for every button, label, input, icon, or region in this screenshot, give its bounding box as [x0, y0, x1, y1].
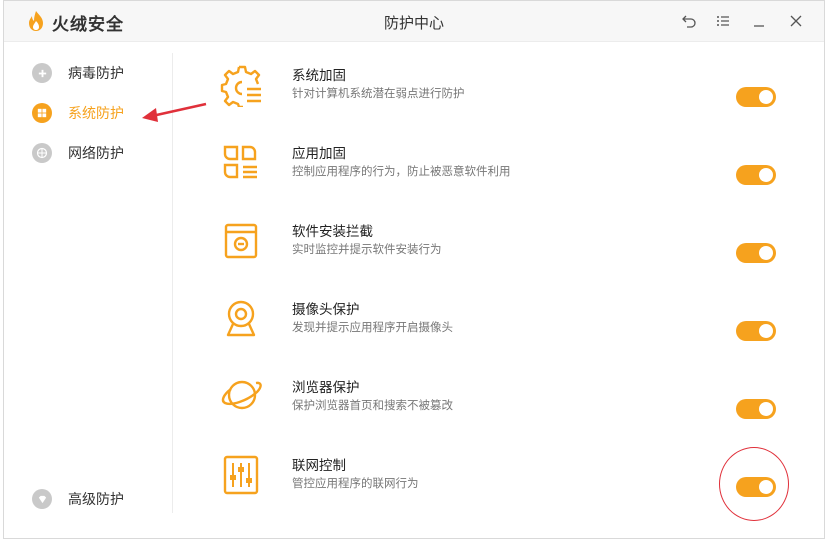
system-hardening-toggle[interactable] — [736, 87, 776, 107]
toggle-knob — [759, 246, 773, 260]
feature-description: 实时监控并提示软件安装行为 — [292, 242, 442, 256]
sidebar-item-label: 病毒防护 — [68, 66, 124, 82]
minimize-icon[interactable] — [751, 13, 767, 29]
back-icon[interactable] — [681, 13, 697, 29]
sliders-icon — [219, 453, 263, 497]
feature-row-install-intercept: 软件安装拦截 实时监控并提示软件安装行为 — [209, 219, 809, 279]
feature-row-system-hardening: 系统加固 针对计算机系统潜在弱点进行防护 — [209, 63, 809, 123]
window-title: 防护中心 — [383, 14, 444, 32]
feature-title: 浏览器保护 — [292, 380, 360, 396]
title-bar: 火绒安全 防护中心 — [4, 1, 824, 42]
feature-description: 针对计算机系统潜在弱点进行防护 — [292, 86, 465, 100]
windows-icon — [32, 103, 52, 123]
planet-icon — [219, 375, 263, 419]
app-hardening-toggle[interactable] — [736, 165, 776, 185]
toggle-knob — [759, 402, 773, 416]
install-box-icon — [219, 219, 263, 263]
annotation-circle — [719, 447, 789, 521]
browser-protection-toggle[interactable] — [736, 399, 776, 419]
feature-title: 系统加固 — [292, 68, 346, 84]
feature-title: 联网控制 — [292, 458, 346, 474]
menu-icon[interactable] — [715, 13, 731, 29]
feature-title: 应用加固 — [292, 146, 346, 162]
plus-shield-icon — [32, 63, 52, 83]
sidebar-item-advanced-protection[interactable]: 高级防护 — [32, 487, 124, 511]
toggle-knob — [759, 168, 773, 182]
app-window: 火绒安全 防护中心 病毒防护 系统防护 网络防护 高级防护 系统加固 针对计算机… — [3, 0, 825, 539]
webcam-icon — [219, 297, 263, 341]
feature-description: 保护浏览器首页和搜索不被篡改 — [292, 398, 453, 412]
diamond-icon — [32, 489, 52, 509]
feature-row-webcam-protection: 摄像头保护 发现并提示应用程序开启摄像头 — [209, 297, 809, 357]
feature-description: 控制应用程序的行为，防止被恶意软件利用 — [292, 164, 511, 178]
toggle-knob — [759, 90, 773, 104]
install-intercept-toggle[interactable] — [736, 243, 776, 263]
toggle-knob — [759, 324, 773, 338]
sidebar-item-system-protection[interactable]: 系统防护 — [32, 101, 124, 125]
feature-row-browser-protection: 浏览器保护 保护浏览器首页和搜索不被篡改 — [209, 375, 809, 435]
sidebar-item-network-protection[interactable]: 网络防护 — [32, 141, 124, 165]
feature-description: 发现并提示应用程序开启摄像头 — [292, 320, 453, 334]
feature-title: 软件安装拦截 — [292, 224, 373, 240]
globe-icon — [32, 143, 52, 163]
sidebar-item-virus-protection[interactable]: 病毒防护 — [32, 61, 124, 85]
close-icon[interactable] — [788, 13, 804, 29]
feature-row-app-hardening: 应用加固 控制应用程序的行为，防止被恶意软件利用 — [209, 141, 809, 201]
sidebar-item-label: 网络防护 — [68, 146, 124, 162]
feature-description: 管控应用程序的联网行为 — [292, 476, 419, 490]
sidebar-item-label: 系统防护 — [68, 106, 124, 122]
annotation-arrow-icon — [142, 102, 207, 122]
gear-list-icon — [219, 63, 263, 107]
webcam-protection-toggle[interactable] — [736, 321, 776, 341]
apps-icon — [219, 141, 263, 185]
feature-title: 摄像头保护 — [292, 302, 360, 318]
sidebar-item-label: 高级防护 — [68, 492, 124, 508]
